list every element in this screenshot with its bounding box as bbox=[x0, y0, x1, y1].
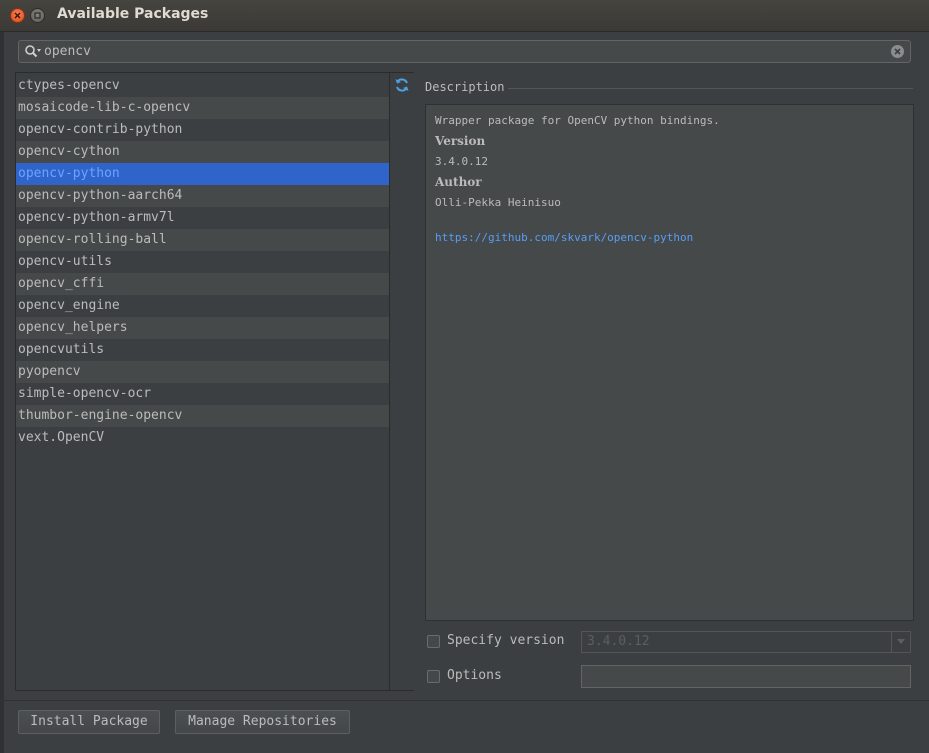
package-list-item[interactable]: ctypes-opencv bbox=[16, 75, 389, 97]
window-title: Available Packages bbox=[57, 6, 209, 22]
version-value: 3.4.0.12 bbox=[435, 155, 488, 168]
options-label[interactable]: Options bbox=[447, 668, 502, 683]
package-list-item[interactable]: opencv_helpers bbox=[16, 317, 389, 339]
package-summary: Wrapper package for OpenCV python bindin… bbox=[435, 114, 720, 127]
package-list-toolbar bbox=[389, 73, 414, 690]
manage-repositories-button[interactable]: Manage Repositories bbox=[175, 710, 350, 734]
install-package-button[interactable]: Install Package bbox=[18, 710, 160, 734]
package-list-item[interactable]: thumbor-engine-opencv bbox=[16, 405, 389, 427]
package-list-panel: ctypes-opencv mosaicode-lib-c-opencv openc… bbox=[15, 72, 414, 691]
package-list-item[interactable]: opencv_cffi bbox=[16, 273, 389, 295]
maximize-icon[interactable] bbox=[30, 8, 45, 23]
version-dropdown-value: 3.4.0.12 bbox=[587, 634, 650, 649]
search-box[interactable] bbox=[18, 40, 911, 63]
options-input[interactable] bbox=[581, 665, 911, 688]
author-value: Olli-Pekka Heinisuo bbox=[435, 196, 561, 209]
package-list-item[interactable]: opencv-python-aarch64 bbox=[16, 185, 389, 207]
description-header: Description bbox=[425, 80, 505, 94]
package-list-item[interactable]: vext.OpenCV bbox=[16, 427, 389, 449]
clear-search-icon[interactable] bbox=[890, 44, 905, 59]
package-list-item[interactable]: opencv-utils bbox=[16, 251, 389, 273]
specify-version-checkbox[interactable] bbox=[427, 635, 440, 648]
chevron-down-icon[interactable] bbox=[891, 632, 910, 652]
search-icon[interactable] bbox=[24, 44, 42, 60]
description-panel: Wrapper package for OpenCV python bindin… bbox=[425, 104, 914, 621]
footer-divider bbox=[0, 700, 929, 701]
package-list-item[interactable]: pyopencv bbox=[16, 361, 389, 383]
package-list-item[interactable]: opencv-python-armv7l bbox=[16, 207, 389, 229]
description-divider bbox=[508, 88, 913, 89]
reload-icon[interactable] bbox=[394, 77, 410, 93]
title-bar[interactable]: Available Packages bbox=[0, 0, 929, 32]
background-window-edge bbox=[0, 32, 4, 753]
package-list-item[interactable]: opencv_engine bbox=[16, 295, 389, 317]
version-label: Version bbox=[435, 134, 486, 148]
close-icon[interactable] bbox=[10, 8, 25, 23]
specify-version-label[interactable]: Specify version bbox=[447, 633, 564, 648]
available-packages-window: Available Packages ctypes-opencvmosaicod… bbox=[0, 0, 929, 753]
homepage-link[interactable]: https://github.com/skvark/opencv-python bbox=[435, 231, 904, 244]
package-list-item[interactable]: simple-opencv-ocr bbox=[16, 383, 389, 405]
author-label: Author bbox=[435, 175, 482, 189]
package-list-item[interactable]: opencv-cython bbox=[16, 141, 389, 163]
package-list-item[interactable]: opencv-rolling-ball bbox=[16, 229, 389, 251]
package-list-item[interactable]: opencv-python bbox=[16, 163, 389, 185]
version-dropdown[interactable]: 3.4.0.12 bbox=[581, 631, 911, 653]
package-list-item[interactable]: mosaicode-lib-c-opencv bbox=[16, 97, 389, 119]
options-checkbox[interactable] bbox=[427, 670, 440, 683]
search-input[interactable] bbox=[44, 41, 884, 62]
package-list-item[interactable]: opencv-contrib-python bbox=[16, 119, 389, 141]
package-list[interactable]: ctypes-opencv mosaicode-lib-c-opencv openc… bbox=[16, 75, 389, 449]
package-list-item[interactable]: opencvutils bbox=[16, 339, 389, 361]
